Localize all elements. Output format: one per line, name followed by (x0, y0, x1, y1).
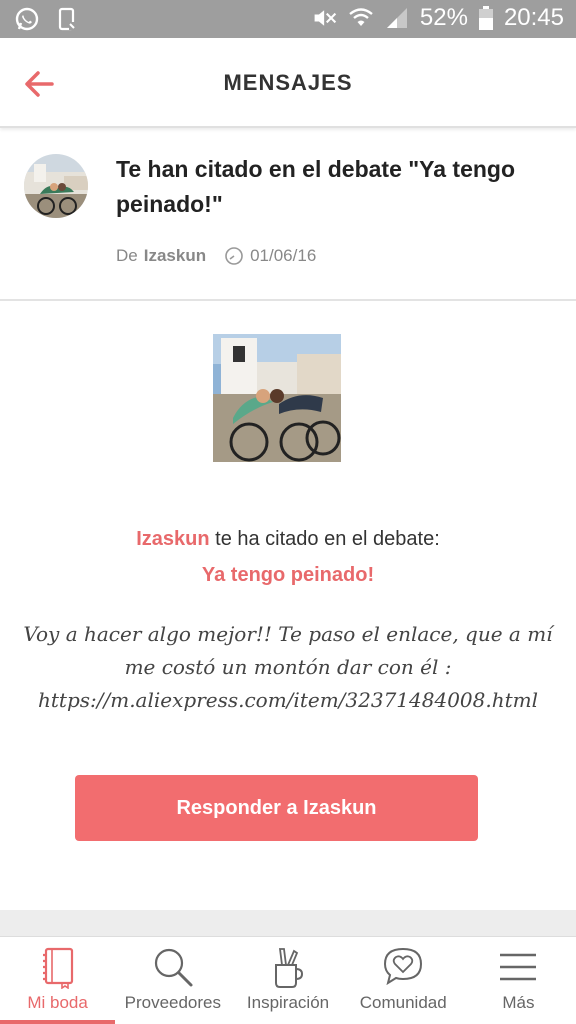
quoted-message: Voy a hacer algo mejor!! Te paso el enla… (23, 622, 553, 712)
reply-button[interactable]: Responder a Izaskun (75, 775, 478, 841)
message-header: Te han citado en el debate "Ya tengo pei… (0, 128, 576, 301)
battery-percent: 52% (419, 4, 468, 31)
tab-proveedores[interactable]: Proveedores (115, 937, 230, 1024)
tab-mi-boda[interactable]: Mi boda (0, 937, 116, 1024)
pencil-cup-icon (275, 948, 304, 988)
tab-label: Proveedores (124, 993, 221, 1012)
clock-time: 20:45 (503, 4, 564, 31)
avatar[interactable] (24, 154, 88, 218)
cited-by-name[interactable]: Izaskun (136, 528, 209, 550)
tab-label: Comunidad (359, 993, 447, 1012)
notebook-icon (42, 947, 73, 989)
avatar-photo (24, 154, 88, 218)
message-date: 01/06/16 (250, 246, 317, 265)
author-name[interactable]: Izaskun (144, 246, 206, 266)
tab-mas[interactable]: Más (461, 937, 576, 1024)
battery-icon (478, 6, 493, 30)
tab-label: Inspiración (246, 993, 330, 1012)
author-photo-image (213, 334, 341, 462)
menu-icon (500, 953, 537, 981)
divider-band (0, 910, 576, 936)
search-icon (154, 948, 193, 987)
tab-comunidad[interactable]: Comunidad (346, 937, 461, 1024)
wifi-icon (349, 8, 373, 26)
from-prefix: De (116, 246, 138, 265)
citation-text: te ha citado en el debate: (209, 528, 440, 550)
app-header: MENSAJES (0, 38, 576, 128)
bottom-tab-bar: Mi boda Proveedores Inspiración Comunida… (0, 936, 576, 1024)
clock-icon (225, 247, 243, 265)
status-bar: 52% 20:45 (0, 0, 576, 38)
citation-line: Izaskun te ha citado en el debate: (0, 528, 576, 551)
signal-icon (386, 8, 407, 28)
tab-inspiracion[interactable]: Inspiración (230, 937, 345, 1024)
page-title: MENSAJES (223, 70, 353, 95)
heart-chat-icon (384, 947, 423, 986)
mute-icon (314, 10, 337, 26)
whatsapp-icon (15, 7, 39, 31)
tab-label: Mi boda (27, 993, 88, 1012)
debate-link[interactable]: Ya tengo peinado! (0, 564, 576, 587)
message-title: Te han citado en el debate "Ya tengo pei… (116, 156, 516, 217)
phone-icon (58, 7, 77, 31)
tab-label: Más (502, 993, 535, 1012)
message-meta: De Izaskun 01/06/16 (116, 246, 316, 266)
author-photo[interactable] (213, 334, 341, 462)
